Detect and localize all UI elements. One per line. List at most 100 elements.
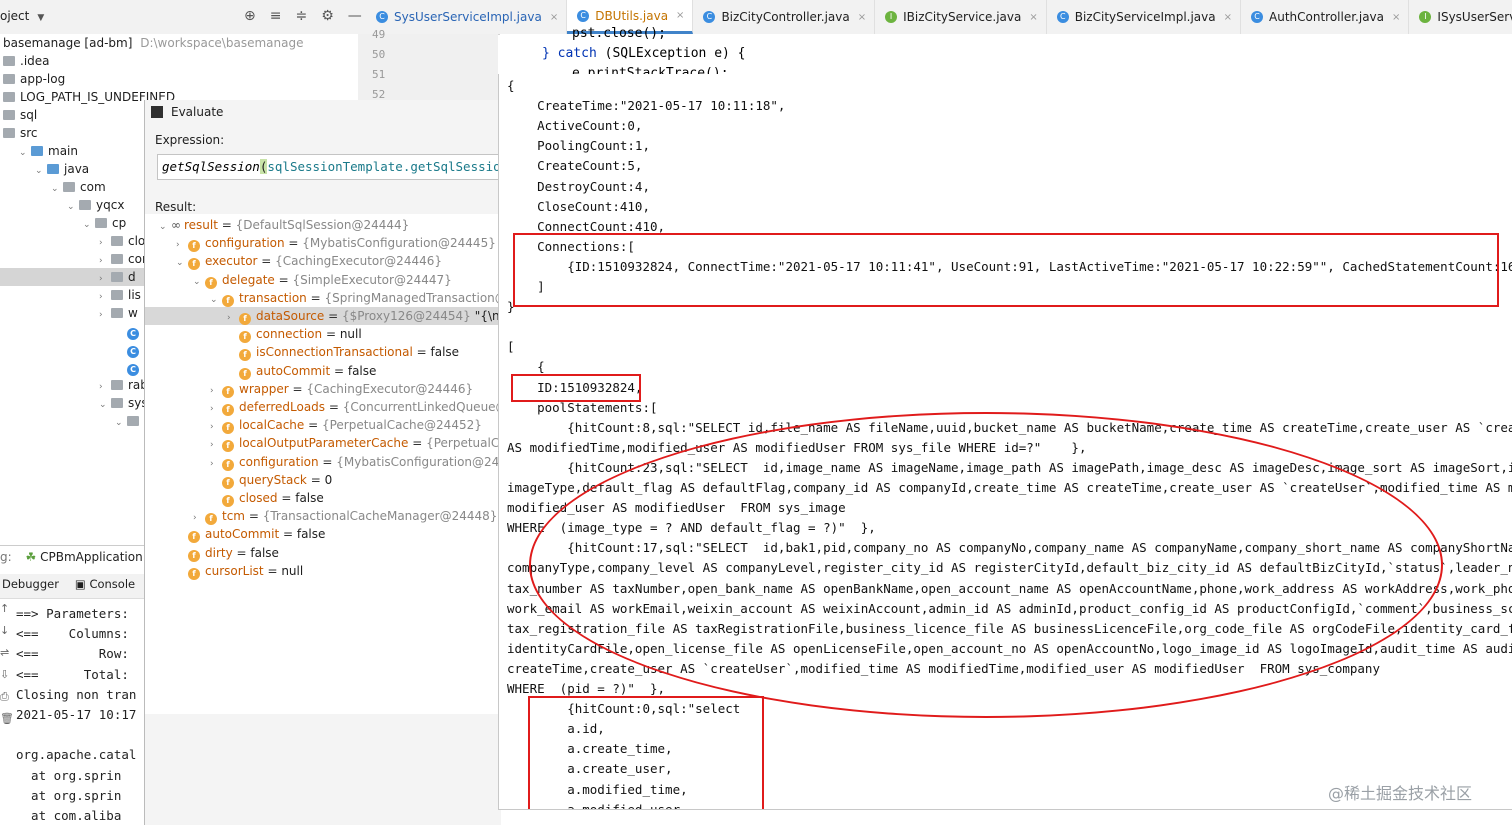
tab-debugger[interactable]: Debugger xyxy=(0,574,65,598)
node-name: deferredLoads xyxy=(239,400,326,414)
project-toolbar: ⊕ ≡ ≑ ⚙ — xyxy=(244,8,362,24)
file-tab[interactable]: C SysUserServiceImpl.java × xyxy=(366,0,568,34)
folder-icon xyxy=(3,128,15,138)
field-icon: f xyxy=(188,567,200,580)
result-node[interactable]: f closed = false xyxy=(145,489,324,507)
result-node[interactable]: f cursorList = null xyxy=(145,562,303,580)
close-icon[interactable]: × xyxy=(858,12,866,23)
folder-icon xyxy=(3,110,15,120)
project-view-switcher[interactable]: oject ▼ xyxy=(0,9,44,23)
soft-wrap-icon[interactable]: ⇌ xyxy=(0,646,14,668)
class-icon: C xyxy=(1056,11,1069,23)
console-line: <== Total: xyxy=(16,666,129,682)
folder-icon xyxy=(127,416,139,426)
file-tab-label: SysUserServiceImpl.java xyxy=(394,10,542,24)
result-node[interactable]: f queryStack = 0 xyxy=(145,471,332,489)
hide-icon[interactable]: — xyxy=(348,8,362,24)
node-name: closed xyxy=(239,491,278,505)
node-value: {MybatisConfiguration@24445} xyxy=(336,454,501,469)
line-number: 49 xyxy=(372,28,386,41)
result-node[interactable]: f autoCommit = false xyxy=(145,362,376,380)
folder-icon xyxy=(95,218,107,228)
chevron-down-icon: ▼ xyxy=(37,13,45,23)
expand-all-icon[interactable]: ≡ xyxy=(270,8,282,24)
result-node[interactable]: f connection = null xyxy=(145,325,362,344)
folder-icon xyxy=(111,398,123,408)
file-tab[interactable]: IISysUserService.java× xyxy=(1409,0,1512,34)
result-node[interactable]: › f localCache = {PerpetualCache@24452} xyxy=(145,416,482,435)
result-node[interactable]: f dirty = false xyxy=(145,544,279,562)
equals-sign: = xyxy=(324,309,342,323)
result-node[interactable]: ⌄ f transaction = {SpringManagedTransactio… xyxy=(145,289,501,307)
console-line: at org.sprin xyxy=(16,767,122,783)
equals-sign: = xyxy=(284,236,303,251)
tree-item[interactable]: sql xyxy=(0,106,147,124)
result-node[interactable]: › f tcm = {TransactionalCacheManager@24448… xyxy=(145,507,497,526)
debug-tabs: Debugger ▣ Console xyxy=(0,574,144,599)
collapse-all-icon[interactable]: ≑ xyxy=(295,8,307,24)
equals-sign: = xyxy=(306,290,325,305)
result-node[interactable]: › f deferredLoads = {ConcurrentLinkedQueue… xyxy=(145,398,501,416)
tree-item[interactable]: app-log xyxy=(0,70,147,88)
result-node[interactable]: f autoCommit = false xyxy=(145,525,325,544)
result-node[interactable]: ⌄ f delegate = {SimpleExecutor@24447} xyxy=(145,271,452,289)
gear-icon[interactable]: ⚙ xyxy=(321,8,334,24)
locate-icon[interactable]: ⊕ xyxy=(244,8,256,24)
close-icon[interactable]: × xyxy=(1029,12,1037,23)
trash-icon[interactable]: 🗑 xyxy=(0,712,14,734)
close-icon[interactable]: × xyxy=(1224,12,1232,23)
result-node[interactable]: › f wrapper = {CachingExecutor@24446} xyxy=(145,380,473,398)
result-node[interactable]: ⌄ ∞ result = {DefaultSqlSession@24444} xyxy=(145,216,409,234)
tree-item[interactable]: ⌄ main xyxy=(0,142,163,160)
result-node[interactable]: f isConnectionTransactional = false xyxy=(145,343,459,362)
result-node[interactable]: › f localOutputParameterCache = {Perpetual… xyxy=(145,434,501,453)
console-line: Closing non tran xyxy=(16,686,137,702)
result-node[interactable]: › f configuration = {MybatisConfiguration@… xyxy=(145,453,501,471)
line-number: 51 xyxy=(372,68,386,81)
close-icon[interactable]: × xyxy=(550,12,558,23)
folder-icon xyxy=(31,146,43,156)
equals-sign: = xyxy=(304,418,322,433)
result-node[interactable]: ›fdataSource = {$Proxy126@24454}"{\n\tCr… xyxy=(145,307,501,325)
field-icon: f xyxy=(222,476,234,489)
tree-item[interactable]: .idea xyxy=(0,52,147,70)
tree-item[interactable]: src xyxy=(0,124,147,142)
arrow-up-icon[interactable]: ↑ xyxy=(0,602,14,624)
close-icon[interactable]: × xyxy=(1392,12,1400,23)
node-value: false xyxy=(250,545,279,560)
file-tab[interactable]: C BizCityServiceImpl.java × xyxy=(1047,0,1241,34)
result-node[interactable]: › f configuration = {MybatisConfiguration@… xyxy=(145,234,496,253)
file-tab-label: DBUtils.java xyxy=(595,8,669,23)
equals-sign: = xyxy=(232,545,251,560)
scroll-end-icon[interactable]: ⇩ xyxy=(0,668,14,690)
chevron-down-icon[interactable]: ⌄ xyxy=(115,414,127,432)
annotation-box-connections xyxy=(513,233,1499,307)
node-name: executor xyxy=(205,254,258,269)
console-line: <== Row: xyxy=(16,646,129,662)
tree-item[interactable]: LOG_PATH_IS_UNDEFINED xyxy=(0,88,175,106)
close-icon[interactable]: × xyxy=(676,10,684,21)
file-tab[interactable]: C AuthController.java × xyxy=(1241,0,1410,34)
file-tab[interactable]: C BizCityController.java × xyxy=(693,0,876,34)
result-node[interactable]: ⌄ f executor = {CachingExecutor@24446} xyxy=(145,252,442,271)
field-icon: f xyxy=(239,313,251,325)
equals-sign: = xyxy=(217,218,236,232)
print-icon[interactable]: ⎙ xyxy=(0,690,14,712)
file-tabs: C SysUserServiceImpl.java × C DBUtils.java × C… xyxy=(366,0,1512,34)
run-config-tab[interactable]: g: ☘ CPBmApplication xyxy=(0,550,143,570)
editor-gutter: 49 50 51 52 xyxy=(358,28,498,104)
editor-code[interactable]: pst.close(); } catch (SQLException e) { … xyxy=(500,26,1512,81)
tree-root[interactable]: basemanage [ad-bm] D:\workspace\basemana… xyxy=(3,34,303,52)
file-tab[interactable]: I IBizCityService.java × xyxy=(875,0,1047,34)
expression-input[interactable]: getSqlSession(sqlSessionTemplate.getSqlS… xyxy=(157,154,501,180)
json-line: CreateTime:"2021-05-17 10:11:18", xyxy=(507,98,786,114)
tab-console[interactable]: ▣ Console xyxy=(73,574,141,598)
node-name: result xyxy=(184,218,218,232)
node-value: {PerpetualCache@24452} xyxy=(321,418,482,433)
arrow-down-icon[interactable]: ↓ xyxy=(0,624,14,646)
equals-sign: = xyxy=(288,381,307,396)
folder-icon xyxy=(111,254,123,264)
result-label: Result: xyxy=(155,200,197,214)
file-tab-label: AuthController.java xyxy=(1269,10,1385,24)
